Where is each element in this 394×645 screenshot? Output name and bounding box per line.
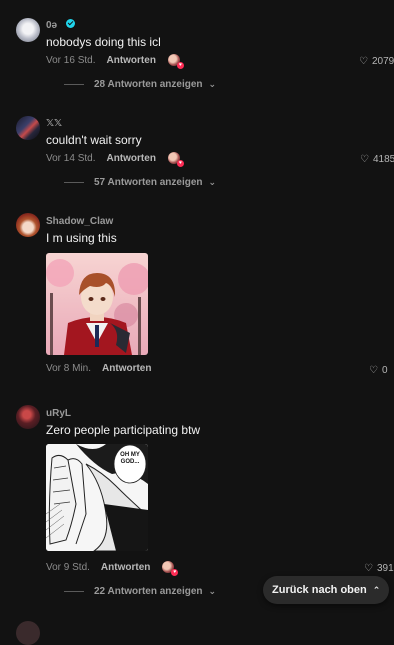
creator-liked-avatar: ♥ bbox=[167, 54, 184, 69]
creator-liked-avatar: ♥ bbox=[162, 561, 179, 576]
comment-text: Zero people participating btw bbox=[46, 423, 201, 437]
reply-button[interactable]: Antworten bbox=[106, 153, 155, 164]
divider bbox=[64, 182, 84, 183]
view-replies-button[interactable]: 28 Antworten anzeigen ⌄ bbox=[64, 79, 216, 90]
username[interactable]: 0ə bbox=[46, 20, 57, 31]
like-button[interactable]: ♡ 4185 bbox=[360, 154, 394, 165]
like-button[interactable]: ♡ 391 bbox=[364, 563, 394, 574]
heart-icon: ♡ bbox=[364, 563, 373, 574]
username[interactable]: Shadow_Claw bbox=[46, 216, 113, 227]
anime-character-illustration bbox=[46, 253, 148, 355]
avatar[interactable] bbox=[16, 213, 40, 237]
reply-button[interactable]: Antworten bbox=[102, 363, 151, 374]
heart-icon: ♥ bbox=[176, 160, 184, 167]
username[interactable]: uRyL bbox=[46, 408, 71, 419]
back-to-top-button[interactable]: Zurück nach oben ⌃ bbox=[263, 576, 390, 604]
like-button[interactable]: ♡ 2079 bbox=[359, 56, 394, 67]
avatar[interactable] bbox=[16, 116, 40, 140]
reply-button[interactable]: Antworten bbox=[106, 55, 155, 66]
comment-text: nobodys doing this icl bbox=[46, 35, 161, 49]
verified-badge-icon bbox=[66, 19, 75, 28]
comment-meta: Vor 16 Std. Antworten ♥ bbox=[46, 54, 184, 69]
manga-panel-image[interactable]: OH MY GOD... bbox=[46, 444, 148, 551]
manga-speech-text: OH MY GOD... bbox=[120, 452, 140, 465]
view-replies-button[interactable]: 57 Antworten anzeigen ⌄ bbox=[64, 177, 216, 188]
chevron-down-icon: ⌄ bbox=[208, 177, 217, 187]
comment-meta: Vor 8 Min. Antworten bbox=[46, 363, 151, 374]
like-count: 0 bbox=[381, 365, 388, 376]
chevron-down-icon: ⌄ bbox=[208, 586, 217, 596]
timestamp: Vor 16 Std. bbox=[46, 54, 96, 66]
like-count: 4185 bbox=[372, 154, 394, 165]
like-count: 391 bbox=[376, 563, 394, 574]
timestamp: Vor 9 Std. bbox=[46, 561, 90, 573]
reply-button[interactable]: Antworten bbox=[101, 562, 150, 573]
divider bbox=[64, 591, 84, 592]
chevron-down-icon: ⌄ bbox=[208, 79, 217, 89]
comment-text: I m using this bbox=[46, 231, 117, 245]
heart-icon: ♡ bbox=[369, 365, 378, 376]
username[interactable]: 𝕏𝕏 bbox=[46, 118, 62, 129]
avatar[interactable] bbox=[16, 405, 40, 429]
heart-icon: ♡ bbox=[359, 56, 368, 67]
like-count: 2079 bbox=[371, 56, 394, 67]
replies-label: 57 Antworten anzeigen bbox=[94, 177, 203, 188]
timestamp: Vor 14 Std. bbox=[46, 152, 96, 164]
heart-icon: ♥ bbox=[171, 569, 179, 576]
replies-label: 28 Antworten anzeigen bbox=[94, 79, 203, 90]
replies-label: 22 Antworten anzeigen bbox=[94, 586, 203, 597]
timestamp: Vor 8 Min. bbox=[46, 363, 92, 374]
avatar[interactable] bbox=[16, 18, 40, 42]
anime-character-image[interactable] bbox=[46, 253, 148, 355]
creator-liked-avatar: ♥ bbox=[167, 152, 184, 167]
comment-text: couldn't wait sorry bbox=[46, 133, 142, 147]
view-replies-button[interactable]: 22 Antworten anzeigen ⌄ bbox=[64, 586, 216, 597]
back-to-top-label: Zurück nach oben bbox=[272, 584, 367, 596]
divider bbox=[64, 84, 84, 85]
like-button[interactable]: ♡ 0 bbox=[369, 365, 388, 376]
comment-meta: Vor 14 Std. Antworten ♥ bbox=[46, 152, 184, 167]
heart-icon: ♥ bbox=[176, 62, 184, 69]
heart-icon: ♡ bbox=[360, 154, 369, 165]
double-chevron-up-icon: ⌃ bbox=[372, 584, 381, 595]
comment-meta: Vor 9 Std. Antworten ♥ bbox=[46, 561, 179, 576]
